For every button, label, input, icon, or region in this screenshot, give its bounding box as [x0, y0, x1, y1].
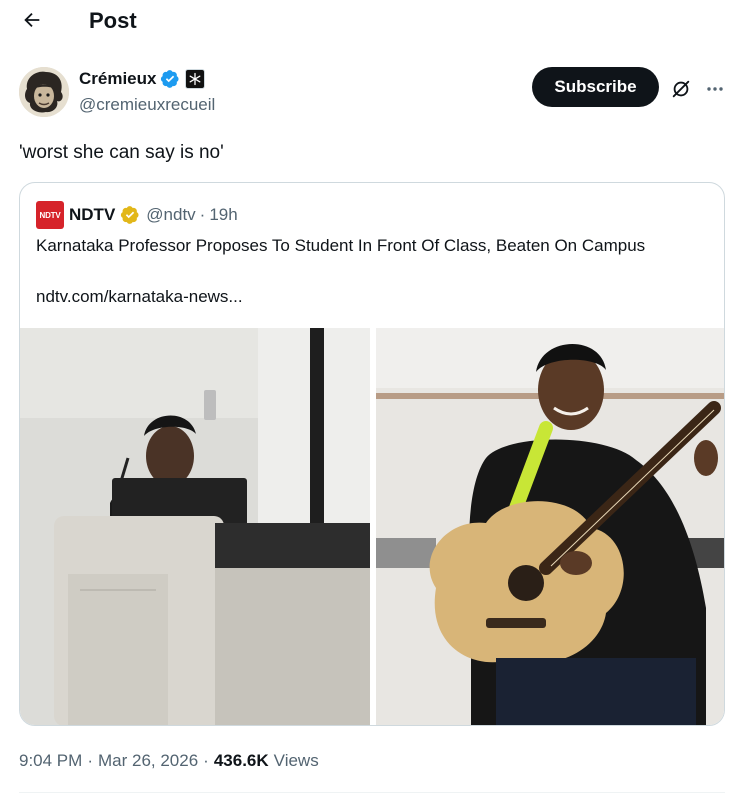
quoted-post-link[interactable]: ndtv.com/karnataka-news...: [36, 285, 243, 309]
tweet-text: 'worst she can say is no': [19, 142, 224, 163]
verified-badge-icon[interactable]: [160, 69, 180, 89]
quoted-post-headline: Karnataka Professor Proposes To Student …: [36, 236, 646, 255]
divider: [19, 792, 725, 793]
post-meta: 9:04 PM · Mar 26, 2026 · 436.6K Views: [19, 749, 319, 773]
separator-dot: ·: [87, 751, 93, 770]
post-time[interactable]: 9:04 PM: [19, 749, 82, 773]
page-title: Post: [89, 8, 137, 33]
author-name-row: Crémieux: [79, 68, 206, 90]
photo-professor-at-lectern[interactable]: [20, 328, 370, 725]
arrow-left-icon: [24, 12, 40, 28]
back-button[interactable]: [18, 6, 46, 34]
post-date[interactable]: Mar 26, 2026: [98, 749, 198, 773]
snowflake-badge-icon[interactable]: [185, 69, 206, 89]
more-dots-icon: [707, 87, 723, 91]
ndtv-logo: NDTV: [36, 201, 64, 229]
quoted-post-time[interactable]: 19h: [209, 205, 237, 225]
more-button[interactable]: [702, 76, 728, 102]
photo-professor-with-guitar[interactable]: [376, 328, 724, 725]
quoted-author-handle[interactable]: @ndtv: [146, 205, 195, 225]
author-handle[interactable]: @cremieuxrecueil: [79, 94, 215, 116]
gold-verified-badge-icon[interactable]: [120, 205, 140, 225]
quoted-author-name[interactable]: NDTV: [69, 205, 115, 225]
views-count: 436.6K: [213, 751, 269, 770]
top-bar: Post: [0, 0, 733, 42]
subscribe-button[interactable]: Subscribe: [532, 67, 659, 107]
grok-icon: [672, 80, 690, 98]
avatar[interactable]: [19, 67, 69, 117]
views-label: Views: [273, 751, 319, 770]
quoted-post-header: NDTV NDTV @ndtv · 19h: [36, 201, 238, 229]
grok-button[interactable]: [668, 76, 694, 102]
quoted-post-card[interactable]: NDTV NDTV @ndtv · 19h Karnataka Professo…: [19, 182, 725, 726]
separator-dot: ·: [203, 751, 209, 770]
author-name[interactable]: Crémieux: [79, 68, 156, 90]
separator-dot: ·: [199, 205, 206, 224]
